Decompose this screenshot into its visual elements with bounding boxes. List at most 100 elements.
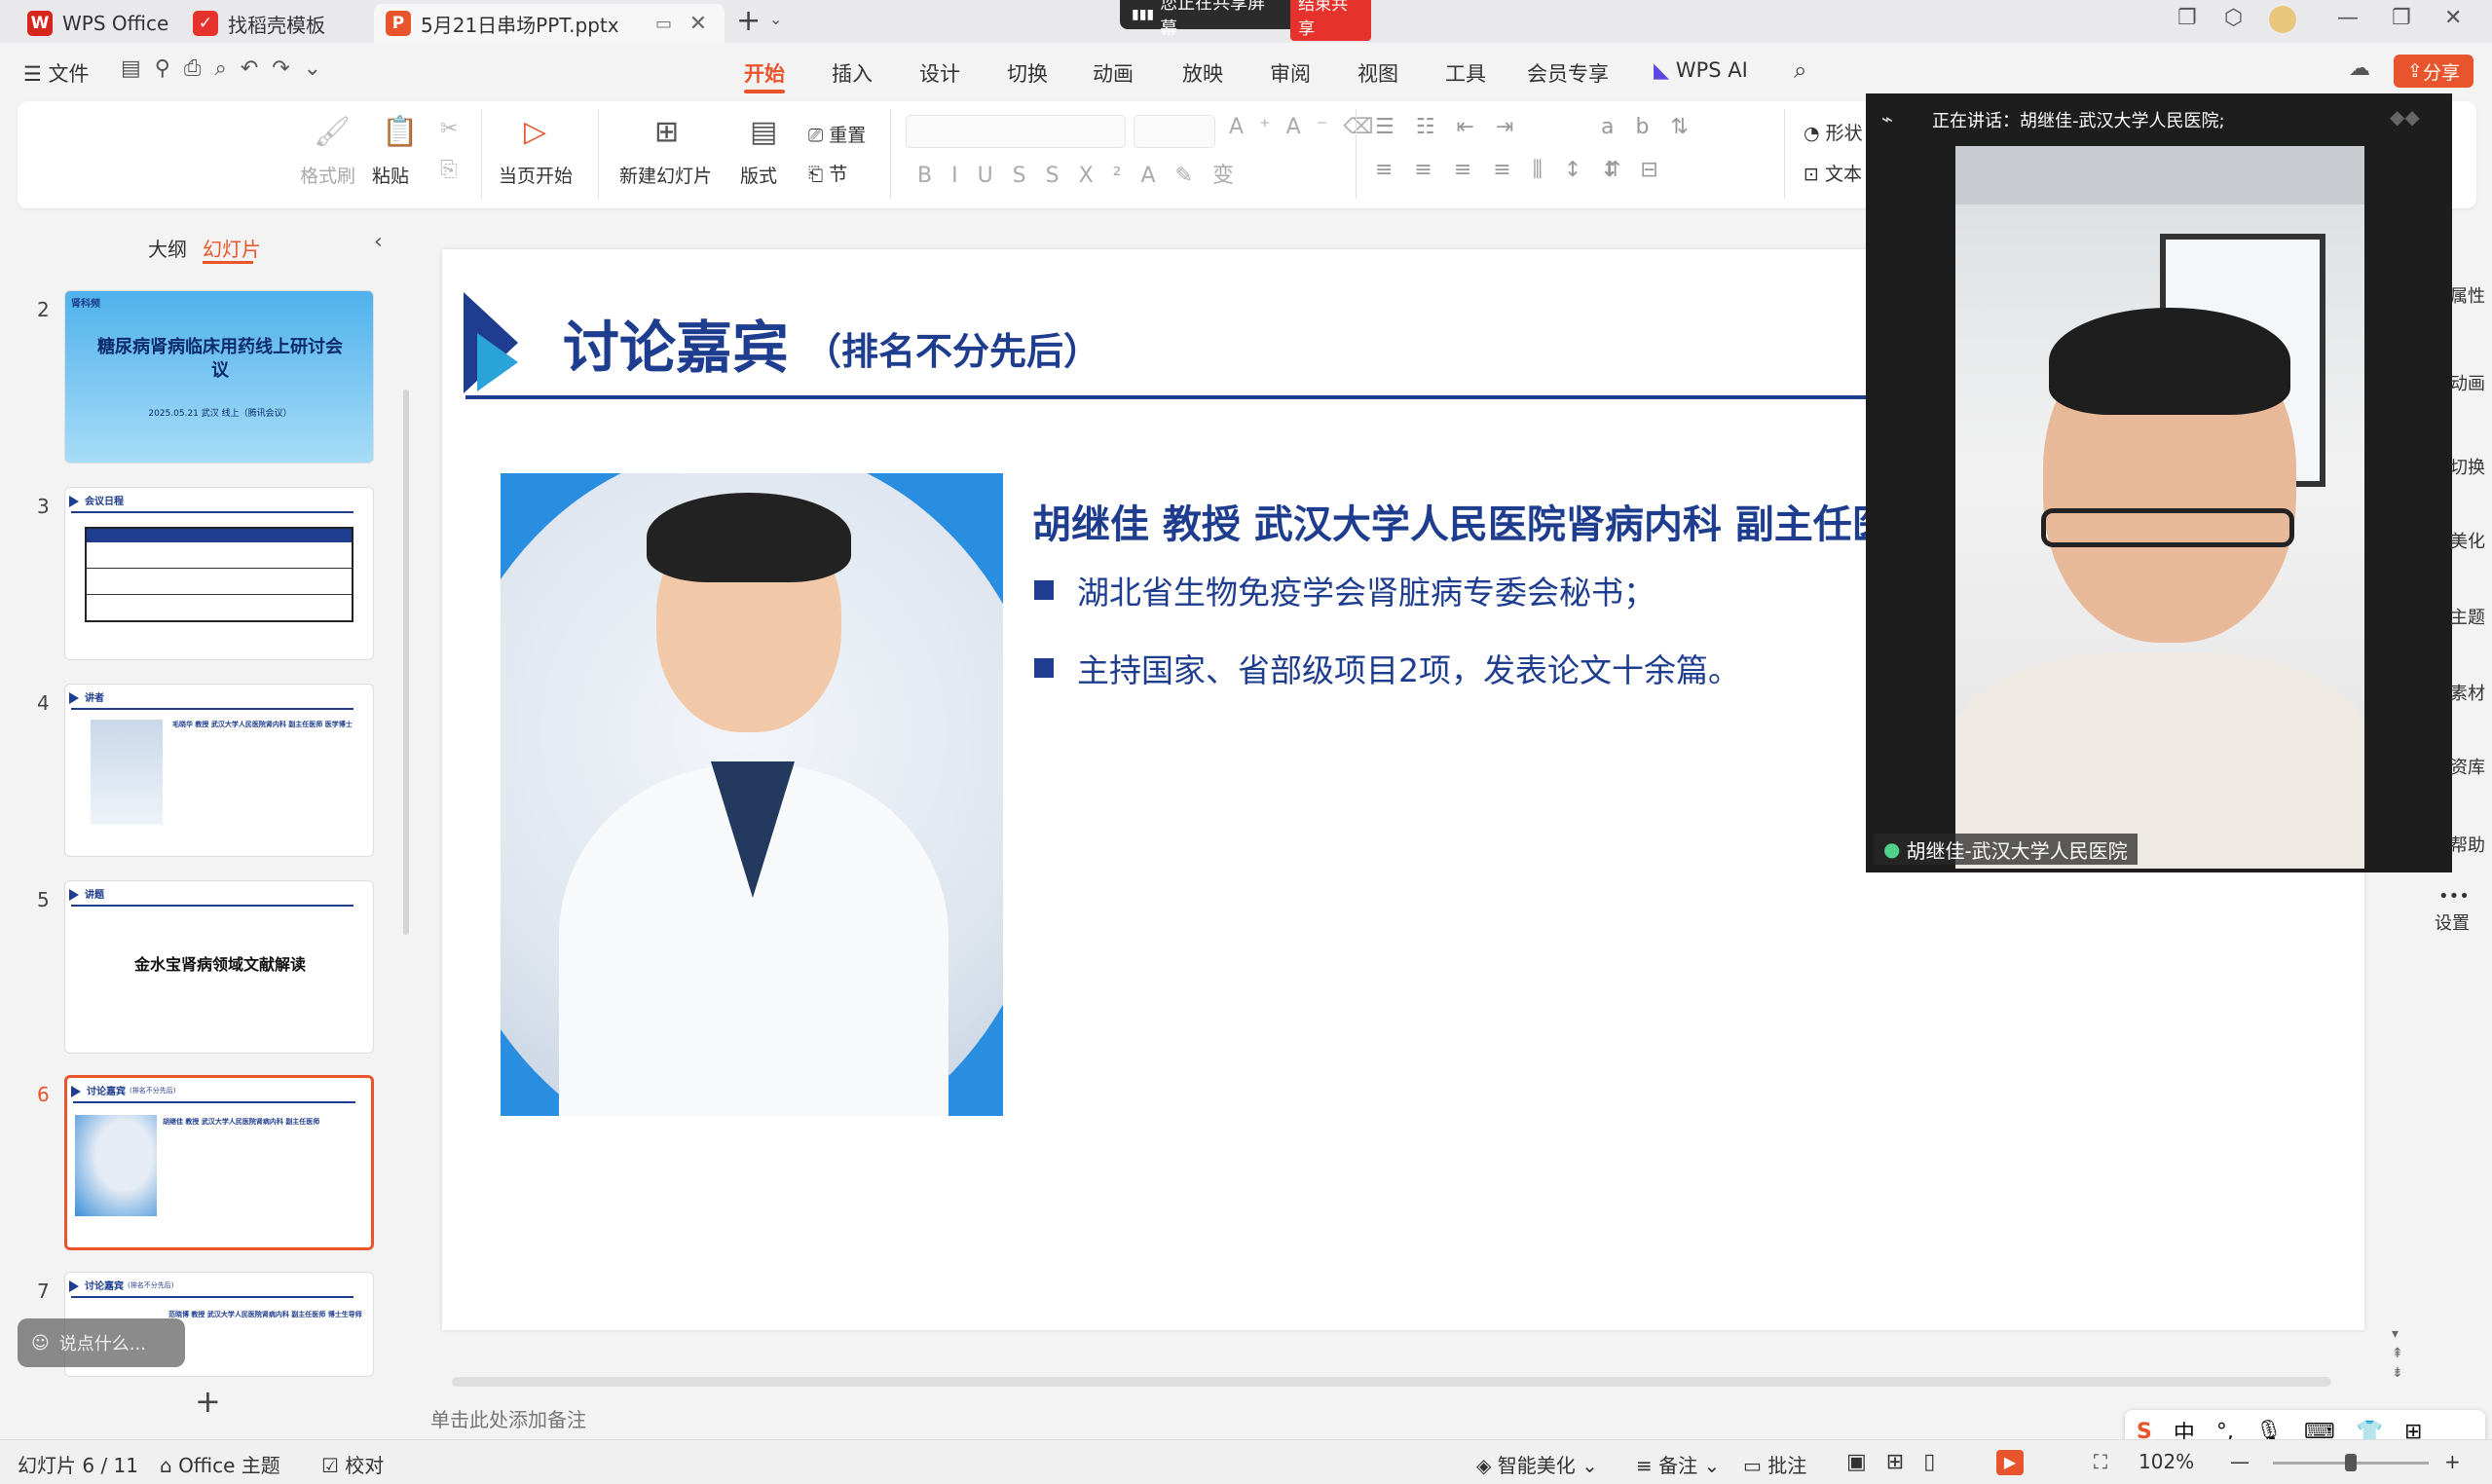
close-window-icon[interactable]: ✕: [2444, 6, 2462, 30]
tab-member[interactable]: 会员专享: [1527, 58, 1609, 88]
chat-input[interactable]: ☺ 说点什么...: [18, 1318, 185, 1367]
tab-design[interactable]: 设计: [919, 58, 960, 88]
thumb-number: 5: [37, 888, 50, 911]
zoom-level[interactable]: 102%: [2139, 1450, 2194, 1473]
smart-beautify-button[interactable]: ◈ 智能美化 ⌄: [1476, 1450, 1598, 1478]
slideshow-play-icon[interactable]: ▶: [1996, 1450, 2024, 1475]
tool-material[interactable]: 素材: [2450, 680, 2485, 705]
cloud-upload-icon[interactable]: ☁: [2349, 56, 2370, 81]
font-family-select[interactable]: [906, 115, 1126, 148]
font-style-icons[interactable]: BIUSSX²A✎变: [917, 158, 1253, 189]
cut-icon[interactable]: ✂: [440, 117, 458, 141]
font-size-adjust-icons[interactable]: A⁺A⁻⌫: [1229, 115, 1389, 139]
shape-label: 形状: [1825, 123, 1863, 144]
tab-transition[interactable]: 切换: [1007, 58, 1048, 88]
tool-beautify[interactable]: 美化: [2450, 528, 2485, 553]
end-share-button[interactable]: 结束共享: [1290, 0, 1371, 41]
tab-review[interactable]: 审阅: [1270, 58, 1311, 88]
layout-icon[interactable]: ▤: [750, 115, 777, 149]
notes-placeholder[interactable]: 单击此处添加备注: [430, 1404, 586, 1432]
tool-animation[interactable]: 动画: [2450, 370, 2485, 395]
wps-ai-label: WPS AI: [1675, 58, 1748, 82]
copy-icon[interactable]: ⎘: [440, 158, 458, 182]
tool-settings[interactable]: 设置: [2435, 909, 2470, 935]
reset-button[interactable]: ⎚ 重置: [808, 121, 866, 147]
video-call-window[interactable]: ⌁ 正在讲话：胡继佳-武汉大学人民医院; ◆◆ ● 胡继佳-武汉大学人民医院: [1866, 93, 2452, 872]
tool-property[interactable]: 属性: [2450, 282, 2485, 308]
screen-icon[interactable]: ▭: [655, 14, 672, 34]
tab-slideshow[interactable]: 放映: [1182, 58, 1223, 88]
thumb-number: 6: [37, 1083, 50, 1106]
horizontal-scrollbar[interactable]: [452, 1377, 2331, 1387]
shape-button[interactable]: ◔ 形状: [1804, 119, 1863, 145]
tab-insert[interactable]: 插入: [832, 58, 873, 88]
file-menu[interactable]: ☰ 文件: [23, 58, 90, 88]
more-icon[interactable]: •••: [2438, 886, 2470, 907]
video-glasses: [2041, 508, 2294, 547]
tab-wps-ai[interactable]: ◣ WPS AI: [1654, 58, 1748, 82]
slide-thumb-3[interactable]: 会议日程: [64, 487, 374, 660]
slide-thumb-6[interactable]: 讨论嘉宾 (排名不分先后) 胡继佳 教授 武汉大学人民医院肾病内科 副主任医师: [64, 1075, 374, 1250]
ppt-file-icon: P: [386, 11, 411, 36]
scroll-arrows-icon[interactable]: ▾ ⇞ ⇟: [2392, 1324, 2403, 1383]
menu-bar: ☰ 文件 ▤⚲⎙⌕↶↷⌄ 开始 插入 设计 切换 动画 放映 审阅 视图 工具 …: [0, 51, 2492, 93]
slides-tab[interactable]: 幻灯片: [203, 234, 261, 262]
tool-library[interactable]: 资库: [2450, 754, 2485, 779]
search-icon[interactable]: ⌕: [1794, 56, 1806, 84]
tab-wps-office[interactable]: W WPS Office: [16, 4, 181, 43]
play-from-current-button[interactable]: 当页开始: [499, 162, 573, 188]
tab-docer-templates[interactable]: ✓ 找稻壳模板: [181, 4, 376, 43]
cube-icon[interactable]: ⬡: [2224, 6, 2243, 30]
new-slide-button[interactable]: 新建幻灯片: [619, 162, 712, 188]
paste-icon[interactable]: 📋: [382, 115, 418, 149]
view-mode-icons[interactable]: ▣⊞▯: [1846, 1450, 1954, 1474]
tool-theme[interactable]: 主题: [2450, 604, 2485, 629]
line-spacing-icons[interactable]: ↕⊟: [1601, 158, 1680, 182]
section-button[interactable]: ⎗ 节: [808, 160, 847, 186]
play-icon[interactable]: ▷: [524, 115, 546, 149]
slide-thumb-2[interactable]: 肾科频 糖尿病肾病临床用药线上研讨会议 2025.05.21 武汉 线上（腾讯会…: [64, 290, 374, 464]
tool-transition[interactable]: 切换: [2450, 454, 2485, 479]
thumb-number: 7: [37, 1280, 50, 1303]
avatar[interactable]: [2269, 6, 2296, 33]
format-painter-icon[interactable]: 🖌: [314, 115, 351, 149]
tab-tools[interactable]: 工具: [1445, 58, 1486, 88]
fit-window-icon[interactable]: ⛶: [2094, 1450, 2107, 1473]
share-icon: ⇪: [2407, 60, 2423, 82]
collapse-panel-icon[interactable]: ‹: [374, 230, 383, 254]
outline-tab[interactable]: 大纲: [148, 234, 187, 262]
tab-home[interactable]: 开始: [744, 58, 785, 88]
zoom-slider-handle[interactable]: [2345, 1454, 2357, 1471]
new-slide-icon[interactable]: ⊞: [654, 115, 679, 149]
slide-thumb-5[interactable]: 讲题 金水宝肾病领域文献解读: [64, 880, 374, 1054]
paragraph-list-icons[interactable]: ☰☷⇤⇥: [1375, 115, 1535, 139]
paste-button[interactable]: 粘贴: [372, 162, 409, 188]
tab-animation[interactable]: 动画: [1093, 58, 1134, 88]
theme-indicator[interactable]: ⌂ Office 主题: [160, 1450, 280, 1478]
textbox-button[interactable]: ⊡ 文本: [1804, 160, 1862, 186]
notes-button[interactable]: ≡ 备注 ⌄: [1636, 1450, 1720, 1478]
tab-ppt-document[interactable]: P 5月21日串场PPT.pptx ▭ ✕: [374, 4, 725, 43]
layout-button[interactable]: 版式: [740, 162, 777, 188]
restore-window-icon[interactable]: ❐: [2177, 6, 2197, 30]
textbox-icon: ⊡: [1804, 164, 1825, 185]
panel-scrollbar[interactable]: [403, 390, 409, 935]
comment-button[interactable]: ▭ 批注: [1743, 1450, 1806, 1478]
zoom-out-icon[interactable]: —: [2230, 1450, 2250, 1473]
add-slide-icon[interactable]: +: [195, 1383, 221, 1420]
share-button[interactable]: ⇪ 分享: [2394, 55, 2473, 88]
font-size-select[interactable]: [1134, 115, 1215, 148]
minimize-icon[interactable]: —: [2337, 6, 2359, 30]
zoom-in-icon[interactable]: +: [2444, 1450, 2461, 1473]
new-tab-icon[interactable]: +: [736, 4, 761, 38]
quick-access-toolbar[interactable]: ▤⚲⎙⌕↶↷⌄: [121, 56, 335, 81]
text-direction-icons[interactable]: ab⇅: [1601, 115, 1710, 139]
tool-help[interactable]: 帮助: [2450, 832, 2485, 857]
thumb-table-rule: [87, 568, 352, 569]
slide-thumb-4[interactable]: 讲者 毛晓华 教授 武汉大学人民医院肾内科 副主任医师 医学博士: [64, 684, 374, 857]
close-tab-icon[interactable]: ✕: [689, 12, 707, 36]
tab-view[interactable]: 视图: [1358, 58, 1398, 88]
chevron-down-icon[interactable]: ⌄: [769, 10, 782, 28]
maximize-icon[interactable]: ❐: [2392, 6, 2411, 30]
proofread-button[interactable]: ☑ 校对: [321, 1450, 384, 1478]
